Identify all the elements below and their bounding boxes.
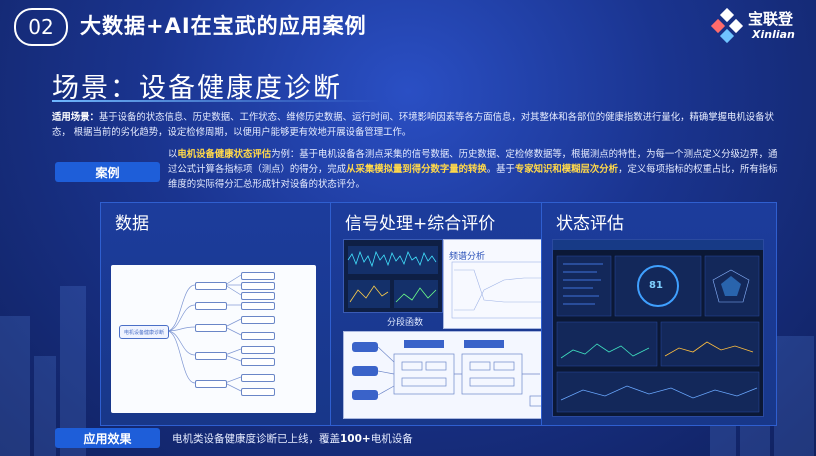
mindmap-node: [195, 282, 227, 290]
case-prefix: 以: [168, 149, 178, 160]
mindmap-node: [195, 324, 227, 332]
case-tag: 案例: [55, 162, 160, 182]
mindmap-node: [195, 380, 227, 388]
signal-panel-title: 信号处理+综合评价: [345, 214, 496, 234]
signal-panel: 信号处理+综合评价 频谱分析 分段函数: [330, 202, 566, 426]
mindmap-node: [195, 302, 227, 310]
mindmap-leaf: [241, 282, 275, 290]
case-description: 以电机设备健康状态评估为例：基于电机设备各测点采集的信号数据、历史数据、定检修数…: [168, 147, 780, 192]
mindmap-leaf: [241, 346, 275, 354]
waveform-screenshot: [343, 239, 443, 313]
mindmap-image: 电机设备健康诊断: [111, 265, 316, 413]
applicable-label: 适用场景：: [52, 112, 99, 123]
dashboard-graphic: [553, 240, 763, 413]
mindmap-leaf: [241, 292, 275, 300]
dashboard-score: 81: [649, 280, 663, 291]
dashboard-screenshot: 81: [552, 239, 764, 417]
logo-icon: [710, 8, 744, 44]
waveform-plot: [347, 246, 438, 308]
mindmap-leaf: [241, 374, 275, 382]
status-panel: 状态评估 81: [541, 202, 777, 426]
mindmap-node: [195, 352, 227, 360]
page-title: 大数据+AI在宝武的应用案例: [80, 14, 367, 38]
case-highlight-2: 从采集模拟量到得分数字量的转换: [346, 164, 487, 175]
applicable-scene-text: 适用场景：基于设备的状态信息、历史数据、工作状态、维修历史数据、运行时间、环境影…: [52, 110, 782, 140]
effect-number: 100+: [340, 433, 371, 445]
mindmap-leaf: [241, 388, 275, 396]
mindmap-leaf: [241, 332, 275, 340]
heading-underline: [52, 100, 382, 102]
effect-text: 电机类设备健康度诊断已上线，覆盖100+电机设备: [172, 431, 413, 446]
effect-prefix: 电机类设备健康度诊断已上线，覆盖: [172, 433, 340, 445]
case-part-3: 。基于: [486, 164, 515, 175]
data-panel: 数据 电机设备健康诊断: [100, 202, 336, 426]
mindmap-leaf: [241, 316, 275, 324]
effect-tag: 应用效果: [55, 428, 160, 448]
grading-function-label: 分段函数: [387, 318, 424, 328]
spectrum-label: 频谱分析: [449, 252, 486, 262]
mindmap-leaf: [241, 302, 275, 310]
logo-text-cn: 宝联登: [748, 10, 794, 28]
effect-suffix: 电机设备: [370, 433, 413, 445]
logo-text-en: Xinlian: [752, 28, 795, 41]
flowchart-screenshot: [343, 331, 557, 419]
data-panel-title: 数据: [115, 214, 149, 234]
mindmap-root: 电机设备健康诊断: [119, 325, 169, 339]
status-panel-title: 状态评估: [556, 214, 624, 234]
section-number-badge: 02: [14, 8, 68, 46]
applicable-body: 基于设备的状态信息、历史数据、工作状态、维修历史数据、运行时间、环境影响因素等各…: [52, 112, 774, 138]
case-highlight-3: 专家知识和模糊层次分析: [514, 164, 619, 175]
case-highlight-1: 电机设备健康状态评估: [177, 149, 272, 160]
mindmap-leaf: [241, 358, 275, 366]
flowchart: [352, 340, 549, 407]
mindmap-leaf: [241, 272, 275, 280]
